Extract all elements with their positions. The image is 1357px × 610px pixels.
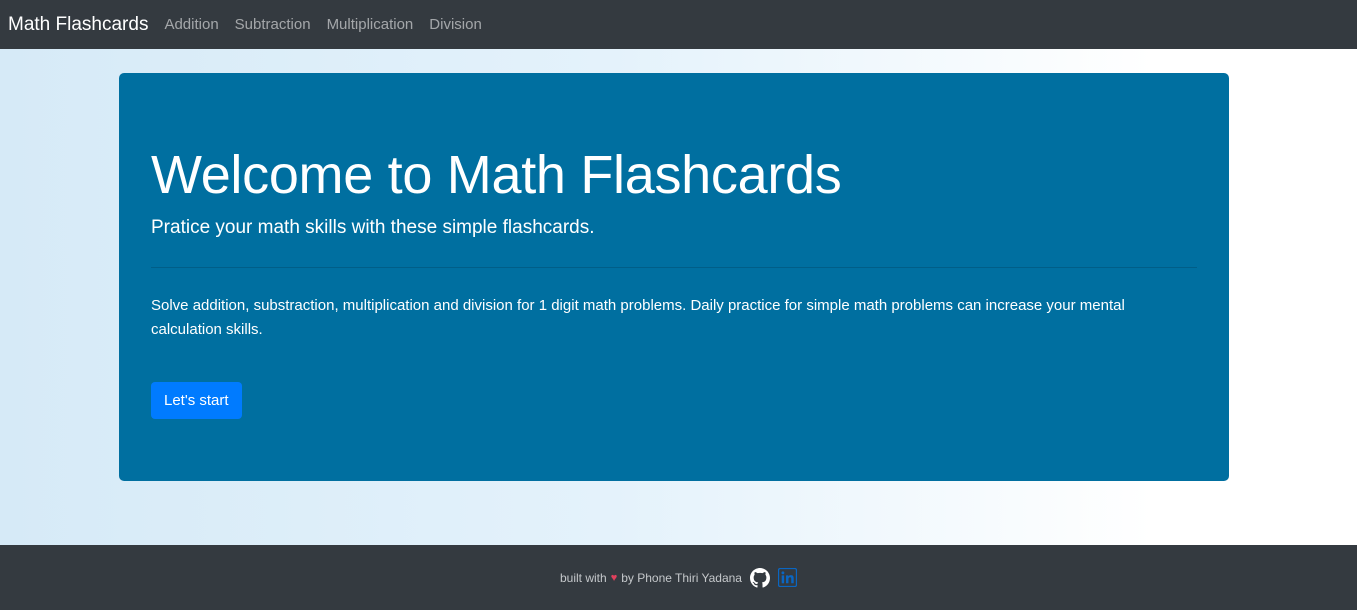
page-title: Welcome to Math Flashcards: [151, 145, 842, 205]
heart-icon: ♥: [610, 571, 618, 584]
linkedin-icon[interactable]: [777, 568, 797, 587]
jumbotron: Welcome to Math Flashcards Pratice your …: [119, 73, 1229, 481]
footer: built with ♥ by Phone Thiri Yadana: [0, 545, 1357, 610]
nav-link-subtraction[interactable]: Subtraction: [235, 16, 311, 33]
nav-link-division[interactable]: Division: [429, 16, 482, 33]
brand-link[interactable]: Math Flashcards: [8, 14, 148, 36]
github-icon[interactable]: [749, 567, 770, 588]
footer-author: by Phone Thiri Yadana: [621, 570, 742, 585]
navbar: Math Flashcards Addition Subtraction Mul…: [0, 0, 1357, 49]
lets-start-button[interactable]: Let's start: [151, 382, 242, 419]
nav-link-multiplication[interactable]: Multiplication: [327, 16, 414, 33]
divider: [151, 267, 1197, 268]
footer-built-with: built with: [560, 570, 607, 585]
lead-text: Pratice your math skills with these simp…: [151, 217, 595, 238]
nav-link-addition[interactable]: Addition: [164, 16, 218, 33]
description-text: Solve addition, substraction, multiplica…: [151, 297, 1125, 338]
